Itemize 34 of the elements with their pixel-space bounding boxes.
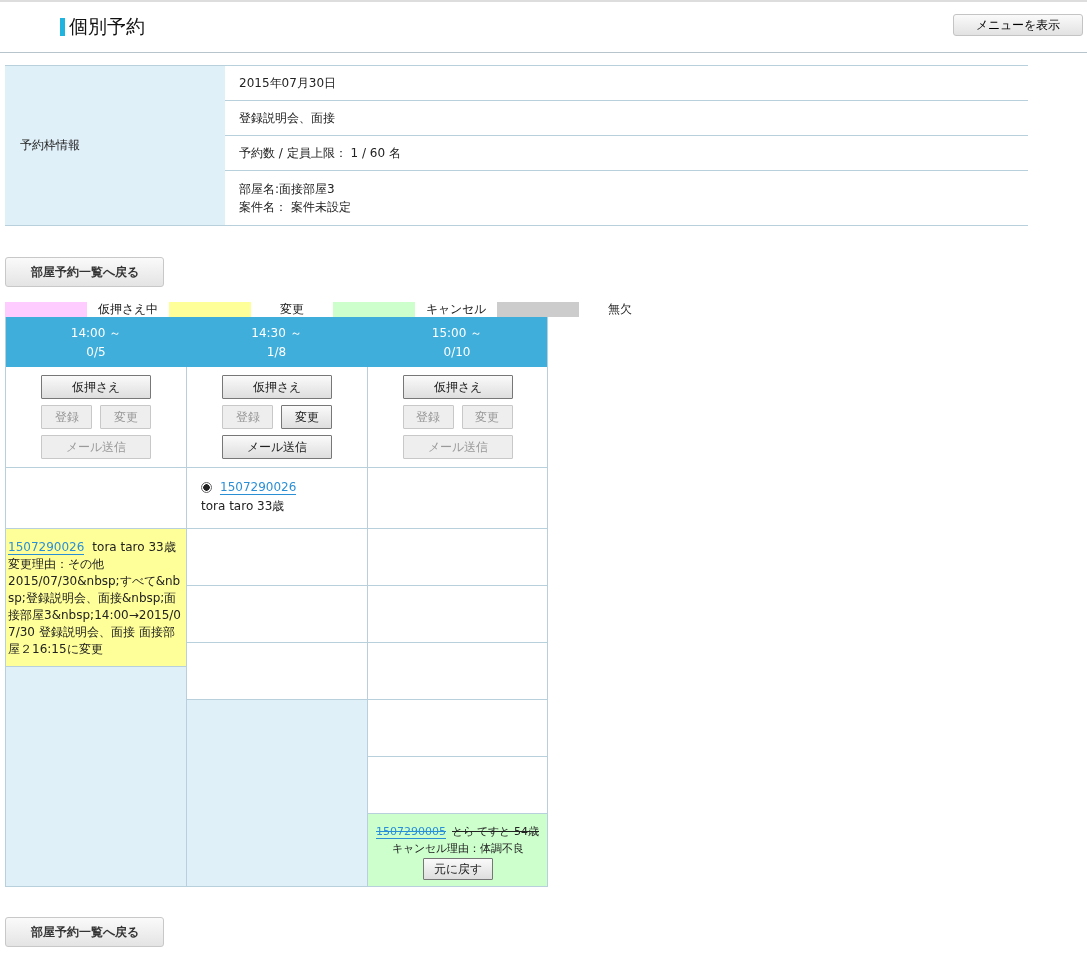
slot-header: 14:00 ～ 0/5 bbox=[6, 317, 186, 367]
info-value: 登録説明会、面接 bbox=[239, 110, 336, 126]
slot-button[interactable]: 変更 bbox=[281, 405, 332, 429]
info-value: 案件名： 案件未設定 bbox=[239, 199, 352, 215]
radio-button[interactable] bbox=[201, 482, 212, 493]
info-value: 予約数 / 定員上限： 1 / 60 名 bbox=[239, 145, 402, 161]
slot-button[interactable]: メール送信 bbox=[222, 435, 332, 459]
reservation-link[interactable]: 1507290026 bbox=[8, 540, 85, 555]
applicant-name: tora taro 33歳 bbox=[201, 498, 286, 515]
page-title: 個別予約 bbox=[69, 14, 145, 39]
legend-label: キャンセル bbox=[425, 300, 487, 318]
info-value: 2015年07月30日 bbox=[239, 75, 338, 91]
slot-header: 14:30 ～ 1/8 bbox=[186, 317, 367, 367]
legend-label: 無欠 bbox=[607, 300, 633, 318]
slot-button[interactable]: 仮押さえ bbox=[402, 375, 513, 399]
reservation-link[interactable]: 1507290005 bbox=[376, 825, 446, 839]
info-value: 部屋名:面接部屋3 bbox=[239, 181, 336, 197]
legend-label: 仮押さえ中 bbox=[97, 300, 159, 318]
applicant-name: とら てすと 54歳 bbox=[452, 825, 539, 838]
slot-header: 15:00 ～ 0/10 bbox=[367, 317, 547, 367]
applicant-name: tora taro 33歳 bbox=[92, 540, 176, 554]
info-label: 予約枠情報 bbox=[5, 66, 225, 225]
title-marker bbox=[60, 18, 65, 36]
reservation-link[interactable]: 1507290026 bbox=[220, 480, 297, 495]
change-reason: 変更理由：その他 bbox=[8, 556, 105, 573]
change-detail: 2015/07/30&nbsp;すべて&nbsp;登録説明会、面接&nbsp;面接部屋3&nbsp;14:00→2015/07/30 登録説明会、面接 面接部屋２16:15に変更 bbox=[8, 573, 182, 658]
back-button[interactable]: 部屋予約一覧へ戻る bbox=[5, 257, 164, 287]
menu-button[interactable]: メニューを表示 bbox=[953, 14, 1083, 36]
slot-button[interactable]: 仮押さえ bbox=[222, 375, 332, 399]
restore-button[interactable]: 元に戻す bbox=[422, 858, 493, 880]
legend-label: 変更 bbox=[279, 300, 305, 318]
cancel-reason: キャンセル理由：体調不良 bbox=[391, 841, 524, 856]
slot-button[interactable]: 仮押さえ bbox=[41, 375, 151, 399]
back-button[interactable]: 部屋予約一覧へ戻る bbox=[5, 917, 164, 947]
